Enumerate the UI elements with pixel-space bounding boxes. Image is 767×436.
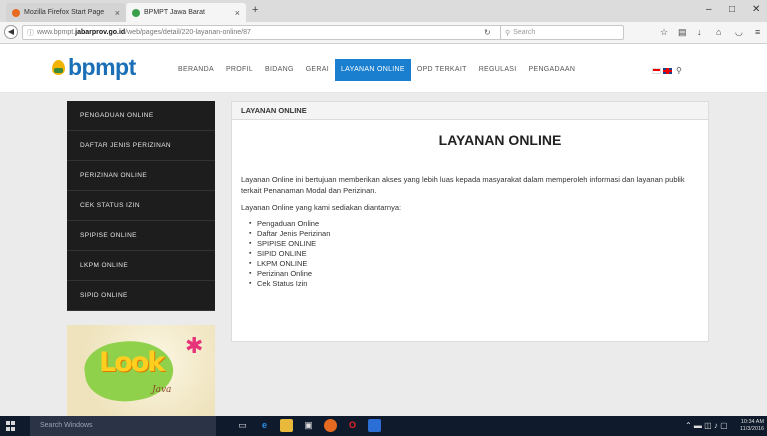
logo-drop-icon bbox=[52, 60, 65, 75]
back-icon[interactable]: ◀ bbox=[4, 25, 18, 39]
uk-flag-icon[interactable] bbox=[663, 67, 672, 74]
language-switcher: ⚲ bbox=[652, 66, 682, 75]
panel-body: LAYANAN ONLINE Layanan Online ini bertuj… bbox=[232, 120, 708, 289]
sidebar-item-pengaduan-online[interactable]: PENGADUAN ONLINE bbox=[67, 101, 215, 131]
reload-icon[interactable]: ↻ bbox=[484, 28, 491, 37]
firefox-icon bbox=[12, 8, 20, 17]
list-item: Cek Status Izin bbox=[249, 279, 699, 289]
search-icon: ⚲ bbox=[505, 29, 511, 37]
download-icon[interactable]: ↓ bbox=[697, 27, 702, 37]
site-header: bpmpt BERANDA PROFIL BIDANG GERAI LAYANA… bbox=[0, 45, 767, 93]
edge-icon[interactable]: e bbox=[258, 419, 271, 432]
menu-item-opd-terkait[interactable]: OPD TERKAIT bbox=[411, 59, 473, 81]
sidebar-item-cek-status-izin[interactable]: CEK STATUS IZIN bbox=[67, 191, 215, 221]
look-java-banner[interactable]: Look Java ✱ bbox=[67, 325, 215, 416]
close-tab-icon[interactable]: × bbox=[115, 8, 120, 18]
windows-taskbar: Search Windows ▭ e ▣ O ⌃ ▬ ◫ ♪ ▢ 10:34 A… bbox=[0, 416, 767, 436]
menu-item-profil[interactable]: PROFIL bbox=[220, 59, 259, 81]
logo-text: bpmpt bbox=[68, 54, 136, 80]
file-explorer-icon[interactable] bbox=[280, 419, 293, 432]
clock-time: 10:34 AM bbox=[740, 419, 765, 425]
windows-start-icon[interactable] bbox=[6, 421, 16, 431]
site-logo[interactable]: bpmpt bbox=[52, 54, 136, 81]
main-menu: BERANDA PROFIL BIDANG GERAI LAYANAN ONLI… bbox=[172, 59, 581, 81]
list-item: SPIPISE ONLINE bbox=[249, 239, 699, 249]
search-placeholder: Search bbox=[513, 29, 536, 36]
task-view-icon[interactable]: ▭ bbox=[236, 419, 249, 432]
taskbar-apps: ▭ e ▣ O bbox=[236, 419, 381, 432]
url-text: www.bpmpt.jabarprov.go.id/web/pages/deta… bbox=[37, 29, 251, 36]
menu-item-gerai[interactable]: GERAI bbox=[300, 59, 335, 81]
firefox-taskbar-icon[interactable] bbox=[324, 419, 337, 432]
menu-item-pengadaan[interactable]: PENGADAAN bbox=[523, 59, 582, 81]
info-icon: ⓘ bbox=[27, 29, 34, 37]
site-search-icon[interactable]: ⚲ bbox=[676, 66, 682, 75]
menu-item-beranda[interactable]: BERANDA bbox=[172, 59, 220, 81]
content-panel: LAYANAN ONLINE LAYANAN ONLINE Layanan On… bbox=[231, 101, 709, 342]
list-intro: Layanan Online yang kami sediakan dianta… bbox=[241, 203, 402, 212]
taskbar-search-input[interactable]: Search Windows bbox=[30, 416, 216, 436]
sidebar-item-lkpm-online[interactable]: LKPM ONLINE bbox=[67, 251, 215, 281]
app-icon[interactable] bbox=[368, 419, 381, 432]
bookmark-star-icon[interactable]: ☆ bbox=[660, 27, 668, 38]
url-bar[interactable]: ⓘ www.bpmpt.jabarprov.go.id/web/pages/de… bbox=[22, 25, 502, 40]
tab-title: BPMPT Jawa Barat bbox=[144, 9, 205, 16]
browser-tab-bar: Mozilla Firefox Start Page × BPMPT Jawa … bbox=[0, 0, 767, 22]
browser-nav-bar: ◀ ⓘ www.bpmpt.jabarprov.go.id/web/pages/… bbox=[0, 22, 767, 44]
taskbar-clock[interactable]: 10:34 AM 11/3/2016 bbox=[740, 419, 764, 433]
panel-header: LAYANAN ONLINE bbox=[232, 102, 708, 120]
home-icon[interactable]: ⌂ bbox=[716, 27, 721, 37]
menu-item-regulasi[interactable]: REGULASI bbox=[473, 59, 523, 81]
indonesia-flag-icon[interactable] bbox=[652, 67, 661, 74]
banner-java-text: Java bbox=[152, 385, 172, 395]
bpmpt-favicon bbox=[132, 8, 140, 17]
list-item: Perizinan Online bbox=[249, 269, 699, 279]
page-title: LAYANAN ONLINE bbox=[438, 132, 562, 148]
library-icon[interactable]: ▤ bbox=[678, 27, 687, 38]
intro-paragraph: Layanan Online ini bertujuan memberikan … bbox=[241, 175, 685, 195]
menu-icon[interactable]: ≡ bbox=[755, 27, 760, 37]
list-item: Pengaduan Online bbox=[249, 219, 699, 229]
list-item: Daftar Jenis Perizinan bbox=[249, 229, 699, 239]
close-tab-icon[interactable]: × bbox=[235, 8, 240, 18]
search-input[interactable]: ⚲ Search bbox=[500, 25, 624, 40]
list-item: LKPM ONLINE bbox=[249, 259, 699, 269]
pocket-icon[interactable]: ◡ bbox=[735, 27, 743, 38]
tab-firefox-start[interactable]: Mozilla Firefox Start Page × bbox=[6, 3, 126, 22]
new-tab-button[interactable]: + bbox=[252, 4, 258, 16]
tab-title: Mozilla Firefox Start Page bbox=[24, 9, 105, 16]
minimize-button[interactable]: – bbox=[706, 4, 712, 15]
sidebar: PENGADUAN ONLINE DAFTAR JENIS PERIZINAN … bbox=[67, 101, 215, 311]
star-icon: ✱ bbox=[185, 333, 204, 358]
menu-item-layanan-online[interactable]: LAYANAN ONLINE bbox=[334, 59, 411, 81]
list-item: SIPID ONLINE bbox=[249, 249, 699, 259]
close-window-button[interactable]: ✕ bbox=[752, 4, 760, 15]
sidebar-item-sipid-online[interactable]: SIPID ONLINE bbox=[67, 281, 215, 311]
clock-date: 11/3/2016 bbox=[740, 426, 765, 432]
store-icon[interactable]: ▣ bbox=[302, 419, 315, 432]
sidebar-item-daftar-jenis-perizinan[interactable]: DAFTAR JENIS PERIZINAN bbox=[67, 131, 215, 161]
menu-item-bidang[interactable]: BIDANG bbox=[259, 59, 300, 81]
system-tray-icons[interactable]: ⌃ ▬ ◫ ♪ ▢ bbox=[685, 421, 728, 430]
opera-icon[interactable]: O bbox=[346, 419, 359, 432]
tab-bpmpt[interactable]: BPMPT Jawa Barat × bbox=[126, 3, 246, 22]
maximize-button[interactable]: □ bbox=[729, 4, 735, 15]
banner-look-text: Look bbox=[99, 347, 165, 378]
content-area: PENGADUAN ONLINE DAFTAR JENIS PERIZINAN … bbox=[0, 93, 767, 416]
sidebar-item-spipise-online[interactable]: SPIPISE ONLINE bbox=[67, 221, 215, 251]
sidebar-item-perizinan-online[interactable]: PERIZINAN ONLINE bbox=[67, 161, 215, 191]
services-list: Pengaduan Online Daftar Jenis Perizinan … bbox=[241, 219, 699, 289]
